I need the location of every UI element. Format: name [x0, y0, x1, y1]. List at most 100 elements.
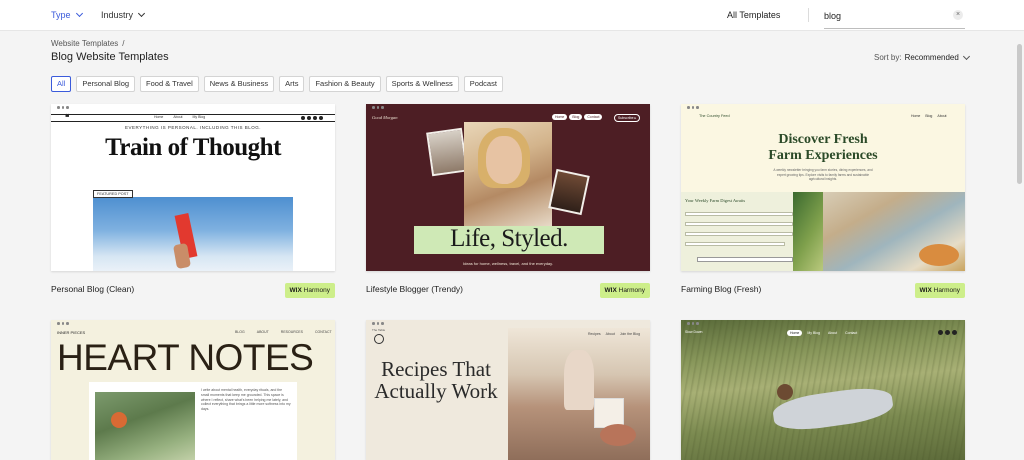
sort-dropdown[interactable]: Sort by: Recommended: [874, 52, 970, 62]
sky-photo: [93, 197, 293, 271]
template-title[interactable]: Farming Blog (Fresh): [681, 284, 761, 294]
filter-chip-podcast[interactable]: Podcast: [463, 76, 503, 92]
preview-nav-link: About: [605, 332, 615, 336]
preview-headline: HEART NOTES: [57, 337, 314, 378]
industry-dropdown[interactable]: Industry: [101, 9, 146, 20]
fruit-bowl-image: [919, 244, 959, 266]
preview-brand: The Table: [372, 328, 386, 332]
fashion-photo: [548, 168, 590, 216]
preview-text: I write about mental health, everyday ri…: [201, 388, 291, 412]
template-preview[interactable]: INNER PIECES BLOG ABOUT RESOURCES CONTAC…: [51, 320, 335, 460]
template-preview[interactable]: The Table Recipes That Actually Work Rec…: [366, 320, 650, 460]
grass-photo: [95, 392, 195, 460]
preview-nav: Recipes About Join the Blog: [588, 332, 640, 336]
preview-nav-link: Contact: [584, 114, 603, 120]
badge-text: Harmony: [618, 287, 645, 294]
badge-brand: WIX: [604, 287, 617, 294]
preview-nav: Home Blog About: [911, 114, 947, 118]
sort-value: Recommended: [904, 53, 959, 62]
fashion-photo: [426, 127, 468, 177]
preview-nav-link: About: [937, 114, 947, 118]
preview-headline: Discover Fresh Farm Experiences: [681, 132, 965, 164]
form-field: [685, 212, 793, 216]
template-card-farming-blog: The Country Feed Home Blog About Discove…: [681, 104, 965, 304]
industry-dropdown-label: Industry: [101, 10, 134, 20]
preview-description: A weekly newsletter bringing you farm st…: [773, 168, 873, 181]
logo-icon: [374, 334, 384, 344]
preview-headline: Train of Thought: [105, 134, 281, 161]
template-card-lifestyle-blogger: Good Morgan Home Blog Contact Subscribe …: [366, 104, 650, 304]
template-card-recipes: The Table Recipes That Actually Work Rec…: [366, 320, 650, 460]
scrollbar-thumb[interactable]: [1017, 44, 1022, 184]
person-head-image: [777, 384, 793, 400]
page-title: Blog Website Templates: [51, 51, 169, 63]
preview-nav-link: Join the Blog: [619, 332, 641, 336]
template-preview[interactable]: Good Morgan Home Blog Contact Subscribe …: [366, 104, 650, 271]
search-box: ×: [824, 9, 965, 29]
preview-brand: Slow Down: [685, 330, 703, 334]
window-dots-icon: [372, 322, 384, 325]
sort-label: Sort by:: [874, 53, 902, 62]
filter-chip-personal-blog[interactable]: Personal Blog: [76, 76, 136, 92]
window-dots-icon: [687, 106, 699, 109]
wix-harmony-badge: WIX Harmony: [599, 283, 650, 298]
search-input[interactable]: [824, 9, 949, 23]
window-dots-icon: [57, 322, 69, 325]
template-title[interactable]: Lifestyle Blogger (Trendy): [366, 284, 463, 294]
form-field: [685, 232, 793, 236]
preview-nav-link: BLOG: [235, 330, 245, 334]
filter-chip-food-travel[interactable]: Food & Travel: [140, 76, 199, 92]
preview-nav-link: Home: [787, 330, 803, 336]
filter-chip-news-business[interactable]: News & Business: [203, 76, 275, 92]
wix-harmony-badge: WIX Harmony: [284, 283, 335, 298]
filter-chips: All Personal Blog Food & Travel News & B…: [51, 76, 503, 92]
headline-line-2: Farm Experiences: [768, 148, 878, 163]
window-dots-icon: [57, 106, 69, 109]
preview-nav-link: About: [173, 115, 183, 119]
preview-nav: BLOG ABOUT RESOURCES CONTACT: [235, 330, 332, 334]
all-templates-link[interactable]: All Templates: [727, 10, 780, 20]
type-dropdown[interactable]: Type: [51, 9, 83, 20]
form-field: [685, 242, 785, 246]
preview-brand: Good Morgan: [372, 115, 398, 120]
breadcrumb-website-templates[interactable]: Website Templates: [51, 39, 118, 48]
filter-chip-sports-wellness[interactable]: Sports & Wellness: [385, 76, 459, 92]
preview-nav-link: Contact: [845, 331, 858, 335]
badge-text: Harmony: [303, 287, 330, 294]
wix-harmony-badge: WIX Harmony: [914, 283, 965, 298]
preview-brand: INNER PIECES: [57, 330, 86, 335]
template-card-heart-notes: INNER PIECES BLOG ABOUT RESOURCES CONTAC…: [51, 320, 335, 460]
preview-nav-link: Recipes: [588, 332, 601, 336]
preview-headline: Recipes That Actually Work: [374, 357, 498, 403]
template-preview[interactable]: The Country Feed Home Blog About Discove…: [681, 104, 965, 271]
template-preview[interactable]: ❝ Home About My Blog EVERYTHING IS PERSO…: [51, 104, 335, 271]
portrait-face: [486, 136, 522, 184]
preview-nav-link: ABOUT: [256, 330, 269, 334]
type-dropdown-label: Type: [51, 10, 71, 20]
preview-nav-link: Blog: [925, 114, 933, 118]
form-submit-button: [697, 257, 793, 262]
badge-text: Harmony: [933, 287, 960, 294]
preview-tag: FEATURED POST: [93, 190, 133, 198]
preview-nav-link: Home: [911, 114, 921, 118]
clear-search-icon[interactable]: ×: [953, 10, 963, 20]
preview-nav-link: RESOURCES: [280, 330, 303, 334]
form-title: Your Weekly Farm Digest Awaits: [685, 198, 746, 203]
preview-nav-link: About: [828, 331, 838, 335]
preview-tagline: Ideas for home, wellness, travel, and th…: [463, 261, 553, 266]
filter-chip-fashion-beauty[interactable]: Fashion & Beauty: [309, 76, 381, 92]
preview-subscribe: Subscribe ▸: [614, 114, 641, 122]
badge-brand: WIX: [919, 287, 932, 294]
preview-nav: Home Blog Contact: [552, 114, 603, 120]
filter-chip-all[interactable]: All: [51, 76, 72, 92]
template-preview[interactable]: Slow Down Home My Blog About Contact: [681, 320, 965, 460]
preview-nav-link: Home: [154, 115, 164, 119]
preview-brand: The Country Feed: [699, 114, 730, 118]
template-title[interactable]: Personal Blog (Clean): [51, 284, 134, 294]
chevron-down-icon: [137, 9, 146, 18]
preview-nav: Home My Blog About Contact: [787, 330, 860, 336]
badge-brand: WIX: [289, 287, 302, 294]
window-dots-icon: [372, 106, 384, 109]
filter-chip-arts[interactable]: Arts: [279, 76, 305, 92]
social-icons: [938, 330, 957, 335]
